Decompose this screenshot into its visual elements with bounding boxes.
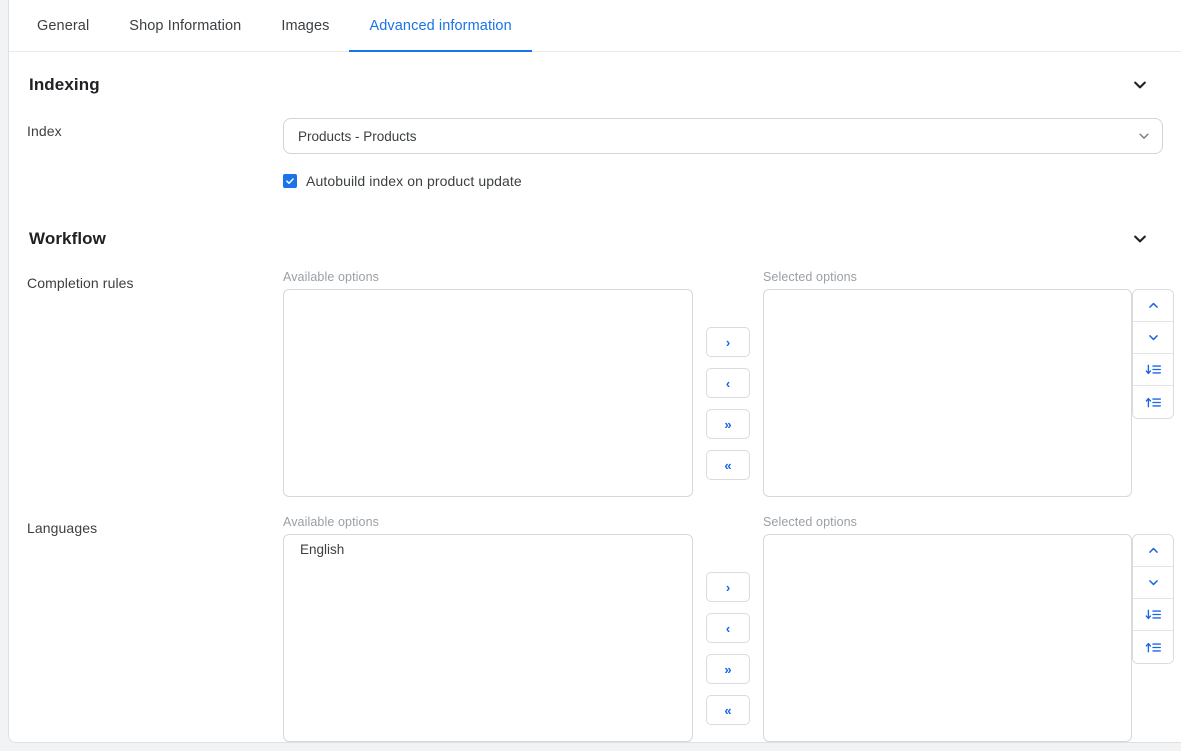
sort-amount-down-icon: [1145, 609, 1161, 620]
advanced-information-page: General Shop Information Images Advanced…: [0, 0, 1181, 751]
move-all-right-button[interactable]: »: [706, 654, 750, 684]
languages-available-column: Available options English: [283, 515, 693, 742]
completion-rules-picklist: Available options › ‹ » « Selected optio…: [283, 270, 1174, 497]
sort-amount-down-icon: [1145, 364, 1161, 375]
available-options-caption: Available options: [283, 515, 379, 529]
move-right-button[interactable]: ›: [706, 572, 750, 602]
tab-label: Advanced information: [369, 17, 512, 34]
workflow-collapse-toggle[interactable]: [1127, 226, 1153, 252]
selected-options-caption: Selected options: [763, 270, 858, 284]
tab-advanced-information[interactable]: Advanced information: [349, 0, 532, 52]
completion-rules-available-column: Available options: [283, 270, 693, 497]
workflow-title: Workflow: [29, 229, 106, 248]
completion-rules-selected-list[interactable]: [763, 289, 1132, 497]
index-select[interactable]: Products - Products: [283, 118, 1163, 154]
move-all-left-button[interactable]: «: [706, 695, 750, 725]
chevron-down-icon: [1134, 235, 1146, 243]
list-item[interactable]: English: [284, 535, 692, 564]
selected-options-caption: Selected options: [763, 515, 858, 529]
languages-selected-column: Selected options: [763, 515, 1132, 742]
languages-order-buttons: [1132, 534, 1174, 664]
indexing-section-header: Indexing: [27, 72, 1163, 98]
index-field-row: Index Products - Products: [27, 118, 1163, 154]
languages-picklist: Available options English › ‹ » « Select…: [283, 515, 1174, 742]
tab-shop-information[interactable]: Shop Information: [109, 0, 261, 51]
move-up-button[interactable]: [1133, 290, 1173, 322]
indexing-collapse-toggle[interactable]: [1127, 72, 1153, 98]
languages-transfer-buttons: › ‹ » «: [706, 572, 750, 725]
completion-rules-row: Completion rules Available options › ‹ »…: [27, 270, 1174, 497]
chevron-down-icon: [1148, 335, 1158, 341]
move-left-button[interactable]: ‹: [706, 613, 750, 643]
settings-card: General Shop Information Images Advanced…: [8, 0, 1181, 743]
tab-images[interactable]: Images: [261, 0, 349, 51]
tab-label: Shop Information: [129, 17, 242, 34]
tab-bar: General Shop Information Images Advanced…: [9, 0, 1181, 52]
move-all-left-button[interactable]: «: [706, 450, 750, 480]
move-down-button[interactable]: [1133, 322, 1173, 354]
sort-descending-button[interactable]: [1133, 599, 1173, 631]
index-field-label: Index: [27, 123, 62, 139]
languages-row: Languages Available options English › ‹ …: [27, 515, 1174, 742]
page-content: Indexing Index Products - Products Autob…: [9, 72, 1181, 742]
move-right-button[interactable]: ›: [706, 327, 750, 357]
autobuild-row: Autobuild index on product update: [27, 173, 1163, 189]
chevron-down-icon: [1148, 580, 1158, 586]
move-left-button[interactable]: ‹: [706, 368, 750, 398]
tab-label: Images: [281, 17, 330, 34]
languages-selected-list[interactable]: [763, 534, 1132, 742]
autobuild-label: Autobuild index on product update: [306, 173, 522, 189]
tab-general[interactable]: General: [17, 0, 109, 51]
index-select-value: Products - Products: [298, 128, 417, 144]
completion-rules-label: Completion rules: [27, 275, 134, 291]
index-select-box[interactable]: Products - Products: [283, 118, 1163, 154]
autobuild-spacer: [27, 173, 283, 178]
available-options-caption: Available options: [283, 270, 379, 284]
chevron-up-icon: [1148, 547, 1158, 553]
autobuild-checkbox-row[interactable]: Autobuild index on product update: [283, 173, 522, 189]
sort-amount-up-icon: [1145, 397, 1161, 407]
languages-available-list[interactable]: English: [283, 534, 693, 742]
languages-label: Languages: [27, 520, 98, 536]
completion-rules-order-buttons: [1132, 289, 1174, 419]
workflow-section-header: Workflow: [27, 226, 1163, 252]
sort-descending-button[interactable]: [1133, 354, 1173, 386]
completion-rules-selected-column: Selected options: [763, 270, 1132, 497]
chevron-up-icon: [1148, 302, 1158, 308]
completion-rules-transfer-buttons: › ‹ » «: [706, 327, 750, 480]
check-icon: [286, 178, 294, 184]
sort-amount-up-icon: [1145, 642, 1161, 652]
sort-ascending-button[interactable]: [1133, 631, 1173, 663]
move-up-button[interactable]: [1133, 535, 1173, 567]
completion-rules-available-list[interactable]: [283, 289, 693, 497]
move-all-right-button[interactable]: »: [706, 409, 750, 439]
chevron-down-icon: [1134, 81, 1146, 89]
autobuild-checkbox[interactable]: [283, 174, 297, 188]
tab-label: General: [37, 17, 90, 34]
page-title: Indexing: [29, 75, 100, 94]
move-down-button[interactable]: [1133, 567, 1173, 599]
sort-ascending-button[interactable]: [1133, 386, 1173, 418]
